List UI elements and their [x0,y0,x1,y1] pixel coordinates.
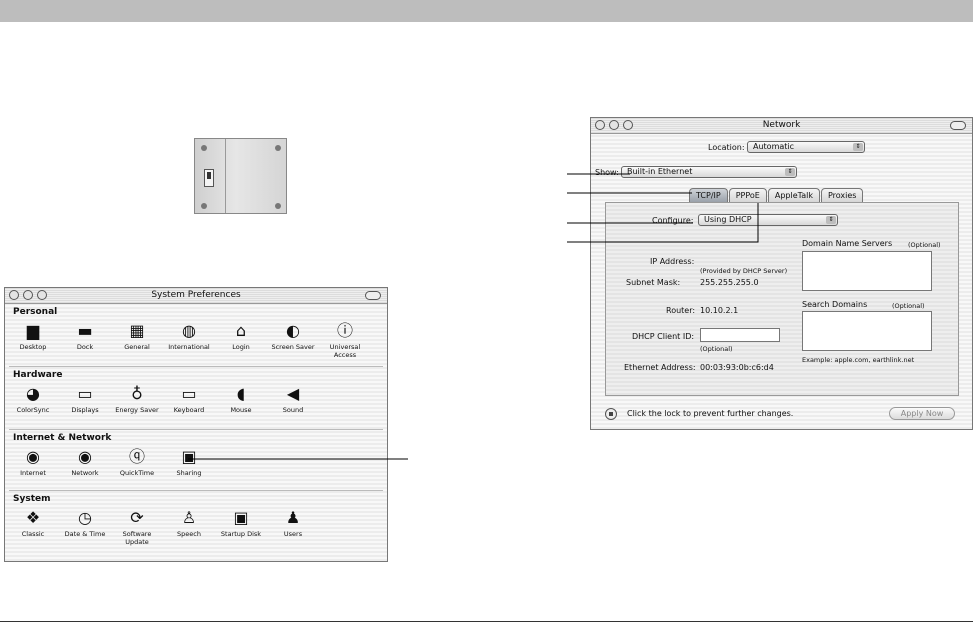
page-footer-line [0,621,973,622]
callout-lines [188,173,759,460]
